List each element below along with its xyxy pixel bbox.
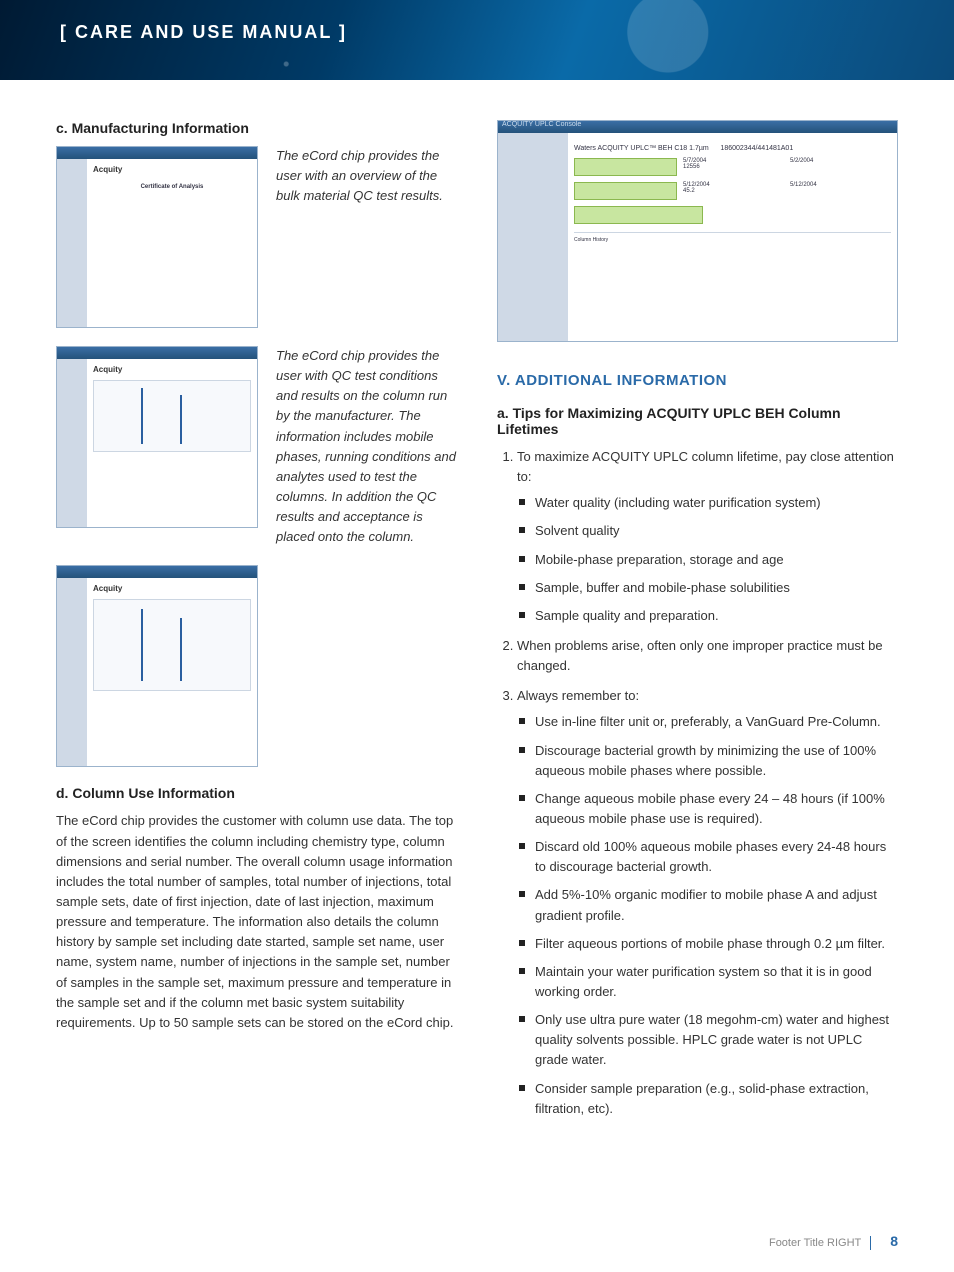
tip-3-item: Use in-line filter unit or, preferably, …: [535, 712, 898, 732]
tip-1: To maximize ACQUITY UPLC column lifetime…: [517, 449, 894, 484]
tip-1-item: Water quality (including water purificat…: [535, 493, 898, 513]
tips-list: To maximize ACQUITY UPLC column lifetime…: [497, 447, 898, 1119]
caption-2: The eCord chip provides the user with QC…: [276, 346, 457, 547]
screenshot-console: ACQUITY UPLC Console Waters ACQUITY UPLC…: [497, 120, 898, 342]
page-footer: Footer Title RIGHT 8: [769, 1233, 898, 1250]
footer-label: Footer Title RIGHT: [769, 1237, 861, 1249]
tip-2: When problems arise, often only one impr…: [517, 636, 898, 676]
tip-3-item: Maintain your water purification system …: [535, 962, 898, 1002]
tip-3-item: Change aqueous mobile phase every 24 – 4…: [535, 789, 898, 829]
tip-1-item: Sample quality and preparation.: [535, 606, 898, 626]
tip-3-item: Add 5%-10% organic modifier to mobile ph…: [535, 885, 898, 925]
left-column: c. Manufacturing Information Acquity Cer…: [56, 120, 457, 1131]
hero-banner: [ CARE AND USE MANUAL ]: [0, 0, 954, 80]
right-column: ACQUITY UPLC Console Waters ACQUITY UPLC…: [497, 120, 898, 1131]
tip-3-item: Only use ultra pure water (18 megohm-cm)…: [535, 1010, 898, 1070]
cert-title: Certificate of Analysis: [93, 184, 251, 190]
tip-3-item: Discard old 100% aqueous mobile phases e…: [535, 837, 898, 877]
screenshot-chromatogram: Acquity: [56, 565, 258, 767]
heading-a: a. Tips for Maximizing ACQUITY UPLC BEH …: [497, 405, 898, 437]
console-part-serial: 186002344/441481A01: [720, 145, 793, 152]
tip-1-item: Sample, buffer and mobile-phase solubili…: [535, 578, 898, 598]
tip-3-item: Filter aqueous portions of mobile phase …: [535, 934, 898, 954]
tip-3: Always remember to:: [517, 688, 639, 703]
hero-title: [ CARE AND USE MANUAL ]: [60, 22, 347, 43]
console-column-desc: Waters ACQUITY UPLC™ BEH C18 1.7µm: [574, 145, 709, 152]
heading-d: d. Column Use Information: [56, 785, 457, 801]
heading-c: c. Manufacturing Information: [56, 120, 457, 136]
tip-1-item: Mobile-phase preparation, storage and ag…: [535, 550, 898, 570]
screenshot-certificate: Acquity Certificate of Analysis: [56, 146, 258, 328]
tip-3-item: Consider sample preparation (e.g., solid…: [535, 1079, 898, 1119]
tip-1-item: Solvent quality: [535, 521, 898, 541]
paragraph-d: The eCord chip provides the customer wit…: [56, 811, 457, 1033]
caption-1: The eCord chip provides the user with an…: [276, 146, 457, 206]
page-number: 8: [890, 1233, 898, 1249]
section-v-heading: V. ADDITIONAL INFORMATION: [497, 372, 898, 389]
screenshot-qc-results: Acquity: [56, 346, 258, 528]
tip-3-item: Discourage bacterial growth by minimizin…: [535, 741, 898, 781]
